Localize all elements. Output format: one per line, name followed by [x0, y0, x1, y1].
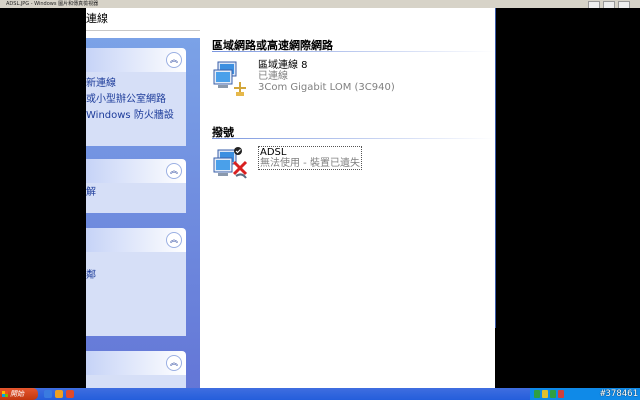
- adsl-connection-details: ADSL 無法使用 - 裝置已遺失: [258, 146, 362, 170]
- watermark-text: #378461: [600, 389, 638, 399]
- tray-icons: [534, 390, 564, 398]
- tray-icon[interactable]: [558, 390, 564, 398]
- chevron-up-double-icon[interactable]: ︽: [166, 232, 182, 248]
- tray-icon[interactable]: [534, 390, 540, 398]
- system-tray: #378461: [530, 388, 640, 400]
- connection-name: 區域連線 8: [258, 60, 308, 71]
- task-link-troubleshoot[interactable]: 解: [86, 185, 186, 201]
- windows-logo-icon: [2, 391, 8, 397]
- right-black-area: [495, 8, 640, 388]
- lan-connection-details: 區域連線 8 已連線 3Com Gigabit LOM (3C940): [258, 60, 395, 93]
- panel-header[interactable]: ︽: [86, 48, 186, 72]
- browser-icon[interactable]: [55, 390, 63, 398]
- background-window-titlebar: ADSL.JPG - Windows 圖片和傳真檢視器: [0, 0, 640, 9]
- start-button[interactable]: 開始: [0, 388, 38, 400]
- lan-connection-item[interactable]: 區域連線 8 已連線 3Com Gigabit LOM (3C940): [212, 60, 395, 100]
- address-bar[interactable]: 連線: [86, 8, 495, 31]
- connections-list: 區域網路或高速網際網路 區域連線 8 已連線 3Com Gigabit LOM …: [200, 30, 495, 400]
- quick-launch: [44, 390, 74, 398]
- app-icon[interactable]: [66, 390, 74, 398]
- panel-header[interactable]: ︽: [86, 351, 186, 375]
- connection-name: ADSL: [260, 147, 287, 158]
- task-link-firewall-settings[interactable]: Windows 防火牆設: [86, 108, 186, 124]
- tray-icon[interactable]: [542, 390, 548, 398]
- adsl-connection-item[interactable]: ADSL 無法使用 - 裝置已遺失: [212, 146, 362, 186]
- connection-device: 3Com Gigabit LOM (3C940): [258, 82, 395, 93]
- task-link-home-office-network[interactable]: 或小型辦公室網路: [86, 92, 186, 108]
- taskbar: 開始 #378461: [0, 388, 640, 400]
- dialup-connection-disabled-icon: [212, 146, 256, 186]
- network-computer-icon: [212, 60, 256, 100]
- chevron-up-double-icon[interactable]: ︽: [166, 163, 182, 179]
- see-also-panel: ︽ 解: [86, 159, 186, 213]
- panel-header[interactable]: ︽: [86, 228, 186, 252]
- panel-header[interactable]: ︽: [86, 159, 186, 183]
- left-black-area: [0, 8, 86, 388]
- connection-status: 已連線: [258, 71, 288, 82]
- start-label: 開始: [10, 390, 24, 398]
- viewer-scrollbar[interactable]: [495, 8, 496, 328]
- panel-body: 解: [86, 183, 186, 213]
- network-connections-window: 連線 ︽ 新連線 或小型辦公室網路 Windows 防火牆設 ︽ 解 ︽ 鄰 ︽…: [86, 8, 495, 400]
- tray-icon[interactable]: [550, 390, 556, 398]
- panel-body: 鄰: [86, 252, 186, 336]
- chevron-up-double-icon[interactable]: ︽: [166, 52, 182, 68]
- background-window-title: ADSL.JPG - Windows 圖片和傳真檢視器: [6, 1, 99, 7]
- address-text: 連線: [86, 12, 108, 25]
- task-pane: ︽ 新連線 或小型辦公室網路 Windows 防火牆設 ︽ 解 ︽ 鄰 ︽: [86, 38, 200, 400]
- group-divider: [212, 51, 495, 52]
- chevron-up-double-icon[interactable]: ︽: [166, 355, 182, 371]
- network-tasks-panel: ︽ 新連線 或小型辦公室網路 Windows 防火牆設: [86, 48, 186, 146]
- other-places-panel: ︽ 鄰: [86, 228, 186, 336]
- desktop-icon[interactable]: [44, 390, 52, 398]
- connection-status: 無法使用 - 裝置已遺失: [260, 158, 360, 169]
- panel-body: 新連線 或小型辦公室網路 Windows 防火牆設: [86, 72, 186, 146]
- group-divider: [212, 138, 495, 139]
- task-link-new-connection[interactable]: 新連線: [86, 76, 186, 92]
- task-link-network-places[interactable]: 鄰: [86, 268, 186, 284]
